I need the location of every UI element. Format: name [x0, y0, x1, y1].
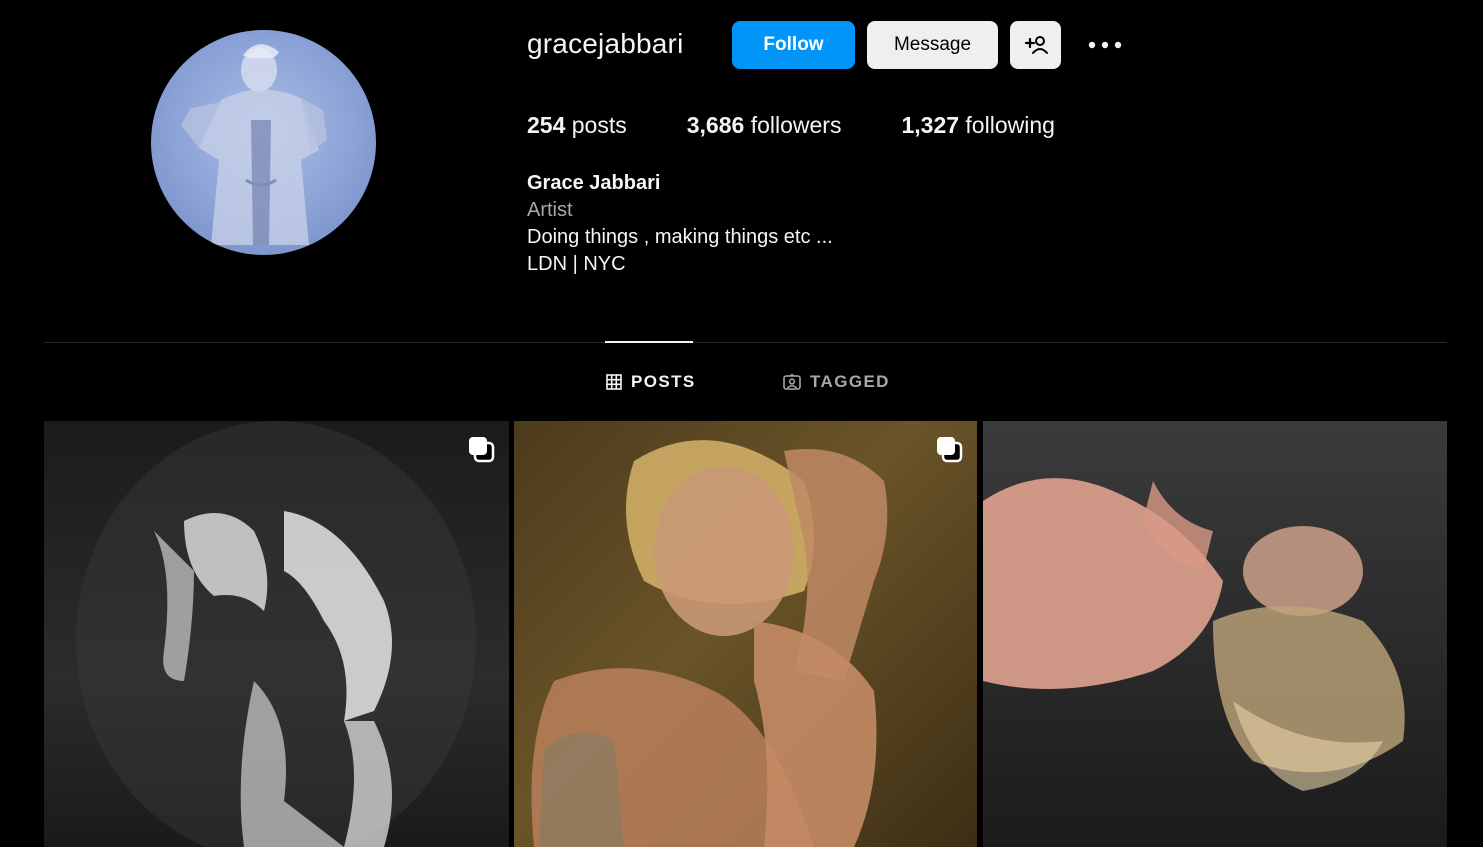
- posts-label: posts: [571, 112, 627, 138]
- more-options-button[interactable]: [1086, 30, 1124, 60]
- profile-full-name: Grace Jabbari: [527, 172, 661, 194]
- following-stat[interactable]: 1,327 following: [901, 112, 1054, 139]
- post-thumbnail[interactable]: [44, 421, 509, 847]
- profile-stats: 254 posts 3,686 followers 1,327 followin…: [527, 112, 1115, 139]
- tab-posts[interactable]: POSTS: [606, 372, 696, 392]
- followers-count: 3,686: [686, 112, 745, 138]
- post-photo-bw-dancer: [76, 421, 476, 847]
- add-person-icon: [1024, 36, 1048, 54]
- post-photo-reclining: [983, 478, 1405, 791]
- profile-page: gracejabbari Follow Message 254 posts 3,…: [0, 0, 1483, 847]
- bio-line: Doing things , making things etc ...: [527, 226, 833, 248]
- profile-bio: Grace Jabbari Artist Doing things , maki…: [527, 170, 833, 278]
- suggest-accounts-button[interactable]: [1010, 21, 1061, 69]
- following-label: following: [965, 112, 1055, 138]
- post-thumbnail[interactable]: [514, 421, 977, 847]
- tab-tagged[interactable]: TAGGED: [783, 372, 890, 392]
- more-options-icon: [1088, 41, 1122, 49]
- avatar-figure-icon: [181, 44, 327, 245]
- post-photo-portrait: [531, 440, 888, 847]
- profile-username: gracejabbari: [527, 28, 684, 59]
- post-thumbnail[interactable]: [983, 421, 1447, 847]
- followers-stat[interactable]: 3,686 followers: [687, 112, 842, 139]
- bio-location: LDN | NYC: [527, 253, 626, 275]
- active-tab-indicator: [605, 341, 693, 343]
- tab-tagged-label: TAGGED: [810, 372, 890, 391]
- message-button[interactable]: Message: [867, 21, 998, 69]
- multiple-posts-icon: [937, 437, 963, 463]
- posts-stat: 254 posts: [527, 112, 627, 139]
- tab-posts-label: POSTS: [631, 372, 696, 391]
- profile-category: Artist: [527, 199, 573, 221]
- posts-count: 254: [527, 112, 566, 138]
- follow-button[interactable]: Follow: [732, 21, 855, 69]
- tagged-icon: [783, 374, 801, 390]
- multiple-posts-icon: [469, 437, 495, 463]
- grid-icon: [606, 374, 622, 390]
- profile-avatar[interactable]: [151, 30, 376, 255]
- tabs-divider: [44, 342, 1447, 343]
- followers-label: followers: [750, 112, 842, 138]
- following-count: 1,327: [901, 112, 960, 138]
